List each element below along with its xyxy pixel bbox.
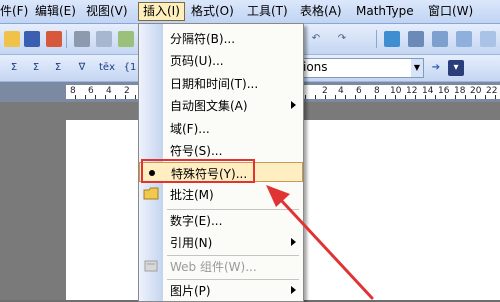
pointer-arrow-annotation (266, 185, 374, 300)
